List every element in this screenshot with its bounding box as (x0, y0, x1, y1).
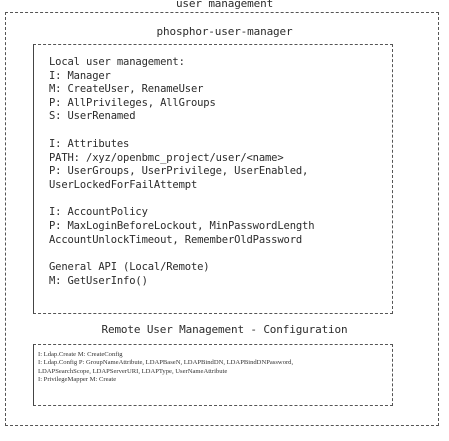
diagram-title: user management (175, 0, 274, 10)
interface-line: S: UserRenamed (49, 110, 136, 123)
interface-line: AccountUnlockTimeout, RememberOldPasswor… (49, 233, 303, 246)
interface-line: P: AllPrivileges, AllGroups (49, 96, 216, 109)
remote-line: LDAPSearchScope, LDAPServerURI, LDAPType… (38, 367, 228, 375)
remote-line: I: PrivilegeMapper M: Create (38, 376, 117, 384)
local-section: Local user management: I: Manager M: Cre… (49, 56, 314, 124)
general-api-section: General API (Local/Remote) M: GetUserInf… (49, 261, 314, 288)
interface-line: PATH: /xyz/openbmc_project/user/<name> (49, 151, 284, 164)
attributes-section: I: Attributes PATH: /xyz/openbmc_project… (49, 138, 314, 192)
remote-line: I: Ldap.Create M: CreateConfig (38, 351, 123, 358)
remote-title: Remote User Management - Configuration (101, 323, 348, 336)
interface-line: P: UserGroups, UserPrivilege, UserEnable… (49, 165, 309, 178)
interface-line: M: GetUserInfo() (49, 274, 148, 287)
interface-line: Local user management: (49, 56, 185, 68)
remote-content: I: Ldap.Create M: CreateConfig I: Ldap.C… (38, 351, 390, 385)
interface-line: General API (Local/Remote) (49, 261, 210, 274)
account-policy-section: I: AccountPolicy P: MaxLoginBeforeLockou… (49, 206, 315, 247)
interface-line: I: AccountPolicy (49, 206, 148, 219)
interface-line: M: CreateUser, RenameUser (49, 83, 204, 96)
interface-line: I: Attributes (49, 137, 130, 150)
manager-title: phosphor-user-manager (156, 25, 293, 38)
remote-line: I: Ldap.Config P: GroupNameAttribute, LD… (38, 359, 294, 367)
interface-line: P: MaxLoginBeforeLockout, MinPasswordLen… (49, 219, 315, 232)
interface-line: UserLockedForFailAttempt (49, 178, 198, 191)
interface-line: I: Manager (49, 69, 111, 82)
manager-content: Local user management: I: Manager M: Cre… (49, 56, 315, 288)
